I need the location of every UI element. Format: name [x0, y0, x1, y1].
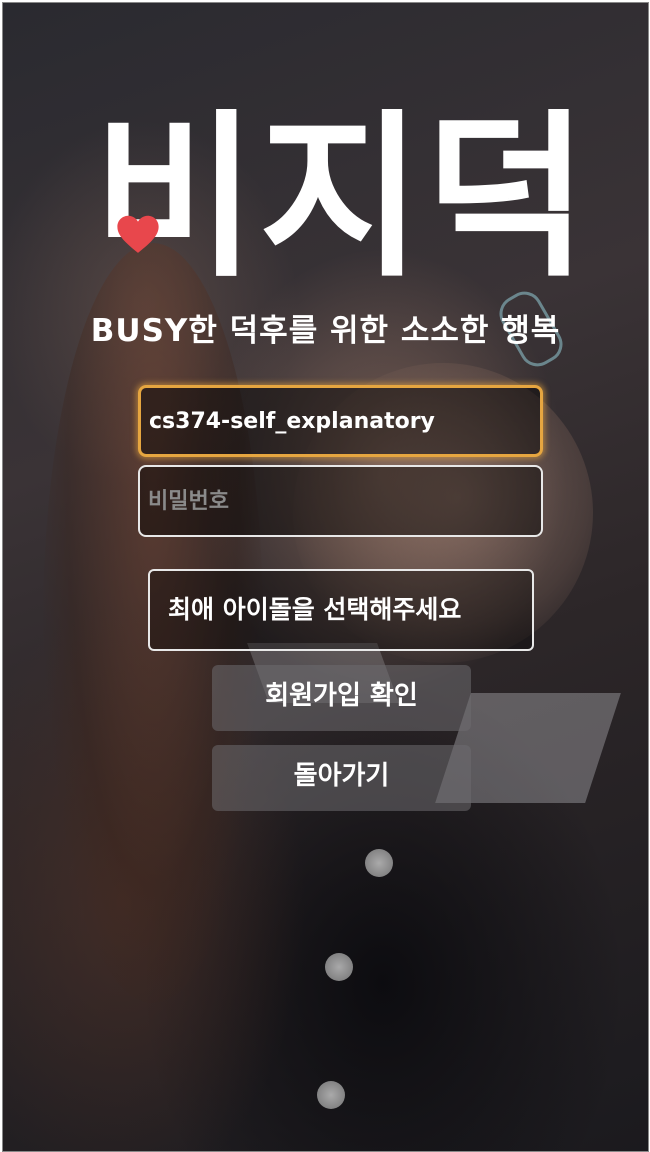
logo-text: 비지덕: [93, 94, 591, 301]
signup-confirm-button[interactable]: 회원가입 확인: [212, 665, 471, 731]
tagline: BUSY한 덕후를 위한 소소한 행복: [90, 313, 561, 349]
signup-confirm-label: 회원가입 확인: [265, 681, 418, 711]
password-input[interactable]: [138, 465, 543, 537]
app-logo: 비지덕: [3, 103, 648, 303]
back-button[interactable]: 돌아가기: [212, 745, 471, 811]
background-photo-shirt-button: [365, 849, 393, 877]
favorite-idol-select[interactable]: 최애 아이돌을 선택해주세요: [148, 569, 534, 651]
background-photo-shirt-button: [317, 1081, 345, 1109]
signup-screen: 비지덕 BUSY한 덕후를 위한 소소한 행복 최애 아이돌을 선택해주세요 회…: [2, 2, 649, 1152]
background-photo-shirt-button: [325, 953, 353, 981]
back-button-label: 돌아가기: [293, 761, 390, 791]
user-id-input[interactable]: [138, 385, 543, 457]
favorite-idol-select-label: 최애 아이돌을 선택해주세요: [168, 595, 462, 624]
heart-icon: [117, 215, 159, 253]
